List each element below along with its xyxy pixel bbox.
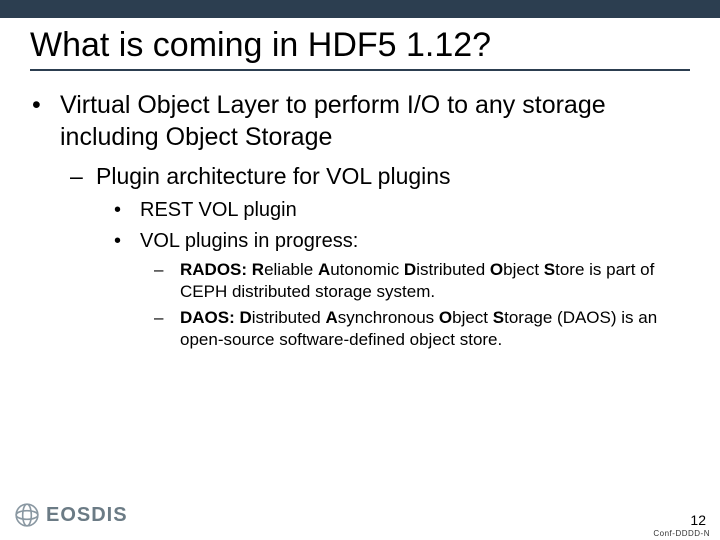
list-item: RADOS: Reliable Autonomic Distributed Ob…	[154, 259, 690, 303]
top-bar	[0, 0, 720, 18]
bullet-text: REST VOL plugin	[140, 199, 297, 221]
slide-content: What is coming in HDF5 1.12? Virtual Obj…	[0, 18, 720, 540]
list-item: DAOS: Distributed Asynchronous Object St…	[154, 307, 690, 351]
text: utonomic	[330, 260, 404, 279]
slide-footer: EOSDIS 12	[0, 502, 720, 528]
text: istributed	[252, 308, 326, 327]
list-item: REST VOL plugin	[114, 197, 690, 224]
bullet-list-l1: Virtual Object Layer to perform I/O to a…	[30, 89, 690, 351]
page-number: 12	[690, 512, 706, 528]
bold-letter: D	[404, 260, 416, 279]
text: bject	[503, 260, 544, 279]
text: istributed	[416, 260, 490, 279]
text: eliable	[264, 260, 318, 279]
bullet-text: VOL plugins in progress:	[140, 230, 358, 252]
eosdis-logo: EOSDIS	[14, 502, 128, 528]
bold-prefix: DAOS: D	[180, 308, 252, 327]
bold-letter: S	[544, 260, 555, 279]
text: bject	[452, 308, 493, 327]
bold-prefix: RADOS: R	[180, 260, 264, 279]
list-item: VOL plugins in progress: RADOS: Reliable…	[114, 228, 690, 351]
bullet-list-l3: REST VOL plugin VOL plugins in progress:…	[114, 197, 690, 351]
bold-letter: O	[490, 260, 503, 279]
list-item: Plugin architecture for VOL plugins REST…	[70, 161, 690, 351]
title-rule	[30, 69, 690, 71]
bullet-list-l4: RADOS: Reliable Autonomic Distributed Ob…	[154, 259, 690, 351]
bold-letter: S	[493, 308, 504, 327]
globe-icon	[14, 502, 40, 528]
bold-letter: A	[325, 308, 337, 327]
bold-letter: O	[439, 308, 452, 327]
bullet-list-l2: Plugin architecture for VOL plugins REST…	[70, 161, 690, 351]
list-item: Virtual Object Layer to perform I/O to a…	[30, 89, 690, 351]
text: synchronous	[338, 308, 439, 327]
bullet-text: Plugin architecture for VOL plugins	[96, 163, 451, 189]
bold-letter: A	[318, 260, 330, 279]
bullet-text: Virtual Object Layer to perform I/O to a…	[60, 89, 686, 153]
confidential-marker: Conf-DDDD-N	[653, 529, 710, 538]
logo-text: EOSDIS	[46, 504, 128, 527]
slide-title: What is coming in HDF5 1.12?	[30, 26, 690, 65]
